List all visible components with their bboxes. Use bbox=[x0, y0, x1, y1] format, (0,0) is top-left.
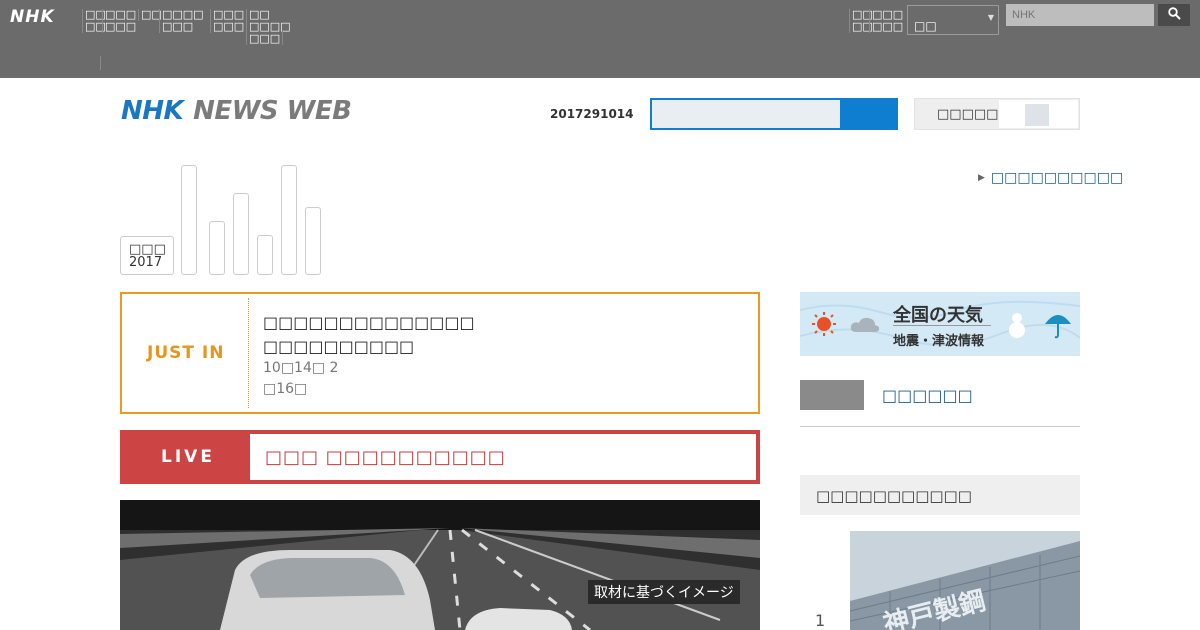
news-video[interactable]: 取材に基づくイメージ bbox=[120, 500, 760, 630]
nhk-logo[interactable]: NHK bbox=[10, 7, 55, 27]
just-in-panel[interactable]: JUST IN □□□□□□□□□□□□□□ □□□□□□□□□□ 10□14□… bbox=[120, 292, 760, 414]
date-code: 2017291014 bbox=[550, 107, 634, 121]
date-bar[interactable] bbox=[233, 193, 249, 275]
just-in-label: JUST IN bbox=[147, 343, 225, 363]
search-icon bbox=[1167, 7, 1181, 20]
share-button[interactable] bbox=[800, 380, 864, 410]
building-photo: 神戸製鋼 bbox=[850, 531, 1080, 630]
date-bar[interactable] bbox=[281, 165, 297, 275]
date-bar[interactable] bbox=[257, 235, 273, 275]
ranking-number: 1 bbox=[815, 611, 826, 630]
sun-icon bbox=[812, 312, 836, 336]
weather-subtitle: 地震・津波情報 bbox=[893, 334, 985, 349]
weather-title: 全国の天気 bbox=[893, 305, 983, 326]
just-in-headline[interactable]: □□□□□□□□□□□□□□ □□□□□□□□□□ bbox=[263, 311, 475, 359]
live-title-box: □□□ □□□□□□□□□□ bbox=[250, 434, 756, 480]
nav-divider bbox=[282, 31, 283, 45]
live-title[interactable]: □□□ □□□□□□□□□□ bbox=[265, 447, 506, 468]
global-nav-item-4[interactable]: □□□□ □□□ bbox=[159, 9, 204, 33]
just-in-divider bbox=[248, 298, 249, 408]
weather-banner[interactable]: 全国の天気 地震・津波情報 bbox=[800, 292, 1080, 356]
global-nav-item-8[interactable]: □□□ □□□ bbox=[869, 9, 903, 33]
date-bar[interactable] bbox=[209, 221, 225, 275]
global-nav-item-6[interactable]: □□ □□□□ □□□ bbox=[246, 9, 291, 45]
date-bar[interactable] bbox=[305, 207, 321, 275]
news-web-logo[interactable]: NHK NEWS WEB bbox=[121, 96, 352, 126]
region-select-value: □□ bbox=[914, 19, 937, 33]
global-nav-item-2[interactable]: □□□ □□□ bbox=[102, 9, 136, 33]
date-year: 2017 bbox=[129, 255, 163, 270]
video-caption: 取材に基づくイメージ bbox=[588, 580, 740, 604]
section-divider bbox=[800, 426, 1080, 427]
live-label: LIVE bbox=[161, 447, 215, 467]
global-search-button[interactable] bbox=[1158, 4, 1190, 26]
top-right-link[interactable]: ▶ □□□□□□□□□□ bbox=[978, 170, 1123, 186]
site-search-input[interactable] bbox=[652, 100, 840, 128]
snowman-icon bbox=[1009, 313, 1025, 338]
highway-scene-image bbox=[120, 500, 760, 630]
weather-divider bbox=[893, 325, 991, 326]
umbrella-icon bbox=[1045, 315, 1071, 339]
site-search bbox=[650, 98, 898, 130]
toggle-switch[interactable] bbox=[999, 100, 1078, 128]
chevron-down-icon: ▼ bbox=[987, 13, 994, 22]
toggle-knob bbox=[1025, 104, 1049, 126]
date-bar[interactable] bbox=[181, 165, 197, 275]
logo-news-web-text: NEWS WEB bbox=[193, 96, 352, 126]
font-size-toggle[interactable]: □□□□□ bbox=[914, 98, 1080, 130]
global-nav-item-5[interactable]: □□□ □□□ bbox=[210, 9, 244, 33]
logo-nhk-text: NHK bbox=[121, 96, 184, 126]
just-in-meta: 10□14□ 2 □16□ bbox=[263, 360, 339, 397]
live-banner[interactable]: LIVE □□□ □□□□□□□□□□ bbox=[120, 430, 760, 484]
global-nav-bar: NHK □□ □□ □□□ □□□ □□ □□□□ □□□ □□□ □□□ □□… bbox=[0, 0, 1200, 78]
site-search-button[interactable] bbox=[842, 98, 898, 130]
font-size-label: □□□□□ bbox=[937, 107, 999, 122]
nav-divider bbox=[100, 56, 101, 70]
global-search-input[interactable] bbox=[1006, 4, 1154, 26]
share-link[interactable]: □□□□□□ bbox=[882, 386, 973, 405]
triangle-right-icon: ▶ bbox=[978, 173, 985, 183]
ranking-header: □□□□□□□□□□□ bbox=[800, 475, 1080, 515]
top-right-link-label: □□□□□□□□□□ bbox=[990, 170, 1124, 186]
region-select[interactable]: □□ ▼ bbox=[907, 5, 999, 35]
ranking-heading: □□□□□□□□□□□ bbox=[816, 487, 972, 505]
cloud-icon bbox=[850, 317, 880, 332]
ranking-item-image[interactable]: 神戸製鋼 bbox=[850, 531, 1080, 630]
date-selector[interactable]: □□□ 2017 bbox=[120, 236, 174, 275]
